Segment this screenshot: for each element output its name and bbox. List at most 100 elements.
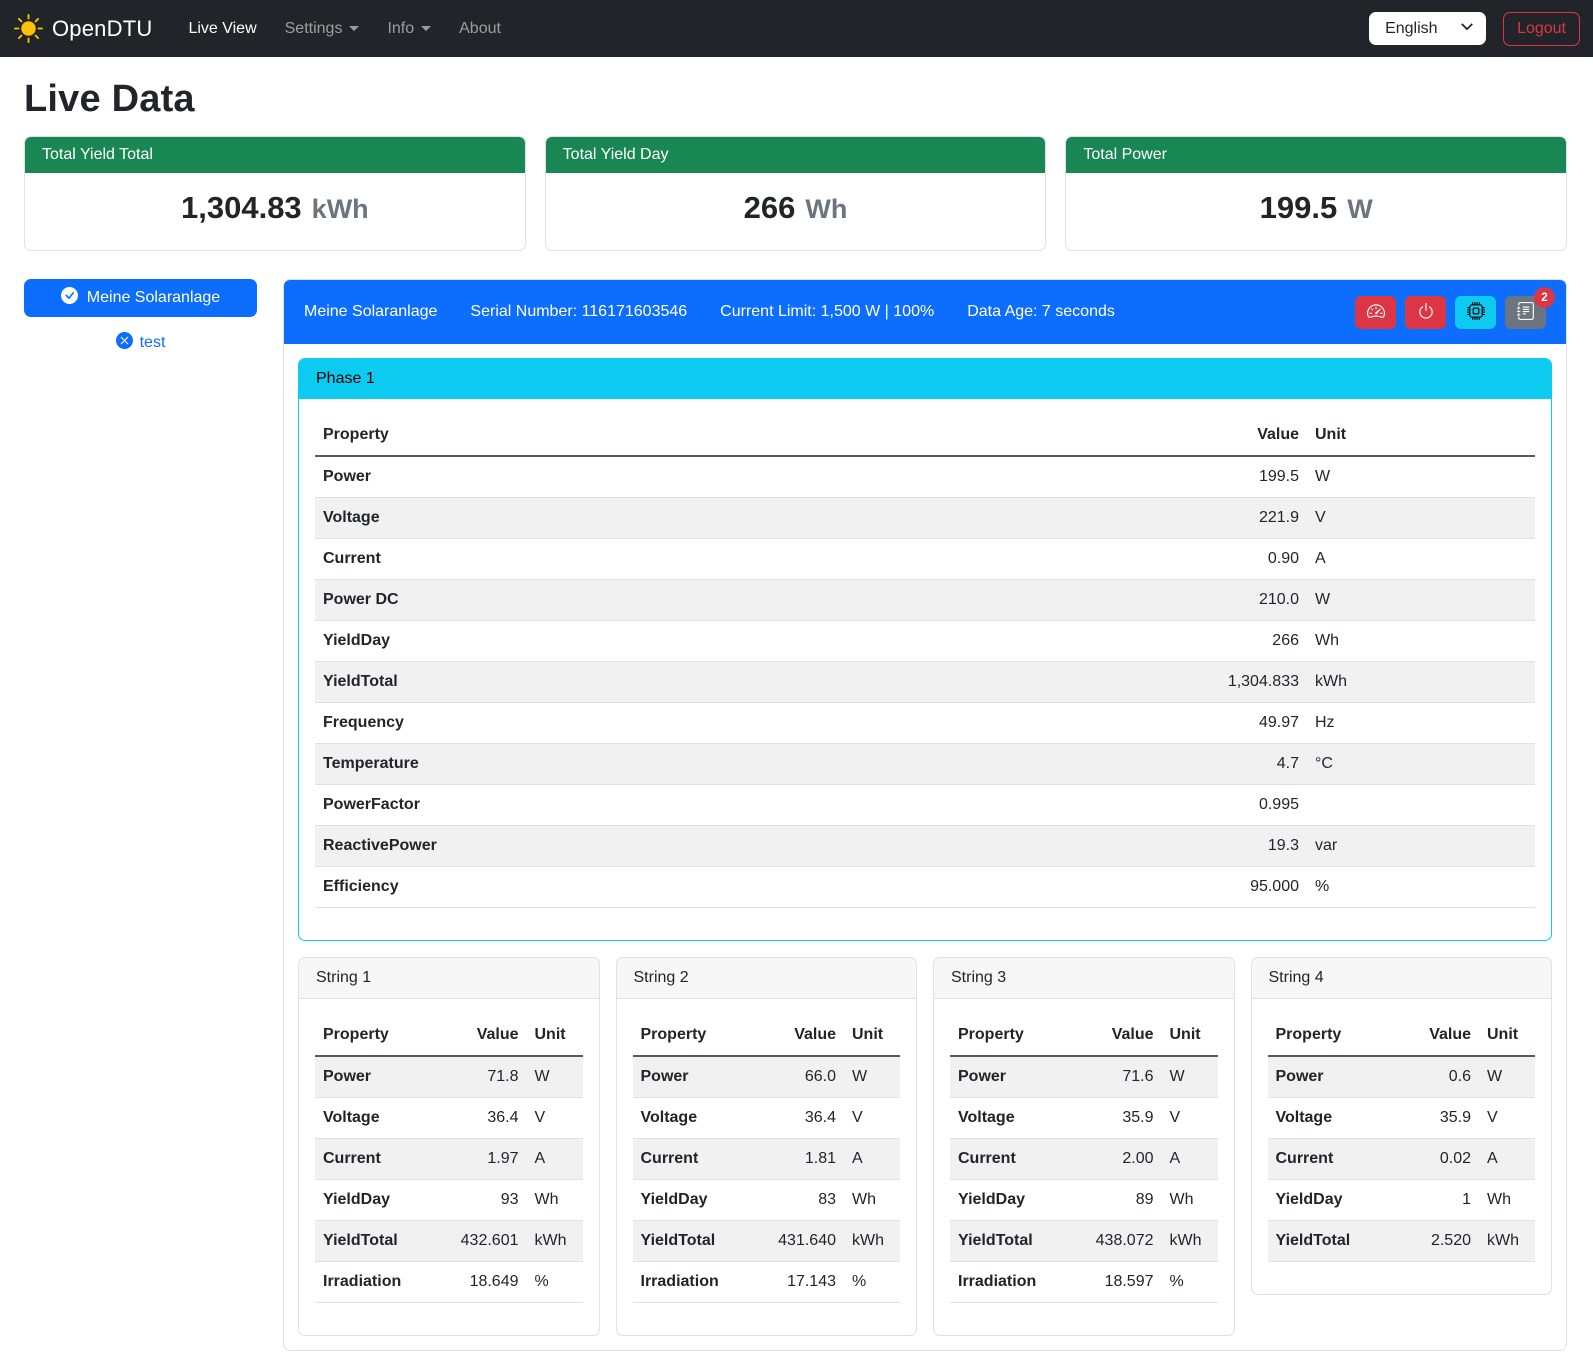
row-unit: A	[844, 1139, 900, 1180]
table-row: YieldTotal 2.520 kWh	[1268, 1221, 1536, 1262]
row-value: 0.02	[1387, 1139, 1479, 1180]
row-value: 36.4	[435, 1098, 527, 1139]
table-row: YieldTotal 432.601 kWh	[315, 1221, 583, 1262]
table-row: Efficiency 95.000 %	[315, 867, 1535, 908]
string-title: String 1	[299, 958, 599, 999]
table-header-row: Property Value Unit	[315, 1015, 583, 1056]
row-property: Voltage	[633, 1098, 753, 1139]
row-unit: Wh	[1479, 1180, 1535, 1221]
row-value: 89	[1070, 1180, 1162, 1221]
device-info-button[interactable]	[1455, 296, 1496, 329]
row-property: Current	[315, 1139, 435, 1180]
col-property: Property	[950, 1015, 1070, 1056]
inverter-sidebar: Meine Solaranlage test	[24, 279, 257, 354]
string-table: Property Value Unit	[633, 1015, 901, 1303]
card-value: 199.5	[1260, 190, 1338, 226]
row-value: 266	[908, 621, 1307, 662]
row-property: YieldTotal	[1268, 1221, 1388, 1262]
string-table: Property Value Unit	[950, 1015, 1218, 1303]
table-row: Voltage 35.9 V	[1268, 1098, 1536, 1139]
table-row: YieldTotal 438.072 kWh	[950, 1221, 1218, 1262]
row-unit: %	[527, 1262, 583, 1303]
row-property: Power	[315, 1056, 435, 1098]
row-unit: var	[1307, 826, 1535, 867]
table-header-row: Property Value Unit	[1268, 1015, 1536, 1056]
row-value: 19.3	[908, 826, 1307, 867]
row-property: YieldDay	[633, 1180, 753, 1221]
string-table: Property Value Unit	[1268, 1015, 1536, 1262]
limit-settings-button[interactable]	[1355, 296, 1396, 329]
row-unit	[1307, 785, 1535, 826]
col-value: Value	[1387, 1015, 1479, 1056]
chevron-down-icon	[349, 26, 359, 31]
row-value: 71.8	[435, 1056, 527, 1098]
summary-card-total-yield-total: Total Yield Total 1,304.83 kWh	[24, 136, 526, 251]
nav-item-about[interactable]: About	[445, 12, 515, 46]
brand[interactable]: OpenDTU	[14, 14, 152, 43]
card-title: Total Yield Total	[25, 137, 525, 173]
page: OpenDTU Live View Settings Info About En…	[0, 0, 1593, 1363]
card-unit: Wh	[805, 194, 847, 225]
table-row: Voltage 36.4 V	[315, 1098, 583, 1139]
row-value: 199.5	[908, 456, 1307, 498]
row-value: 71.6	[1070, 1056, 1162, 1098]
nav-item-settings[interactable]: Settings	[271, 12, 374, 46]
table-row: YieldDay 1 Wh	[1268, 1180, 1536, 1221]
row-unit: Wh	[1162, 1180, 1218, 1221]
summary-card-total-yield-day: Total Yield Day 266 Wh	[545, 136, 1047, 251]
nav-item-info[interactable]: Info	[373, 12, 445, 46]
language-select[interactable]: English	[1369, 12, 1486, 45]
row-value: 1,304.833	[908, 662, 1307, 703]
event-log-button[interactable]: 2	[1505, 296, 1546, 329]
col-unit: Unit	[527, 1015, 583, 1056]
table-row: YieldDay 93 Wh	[315, 1180, 583, 1221]
table-row: ReactivePower 19.3 var	[315, 826, 1535, 867]
string-title: String 3	[934, 958, 1234, 999]
summary-card-total-power: Total Power 199.5 W	[1065, 136, 1567, 251]
row-property: Irradiation	[315, 1262, 435, 1303]
row-property: YieldTotal	[315, 662, 908, 703]
row-unit: W	[844, 1056, 900, 1098]
row-value: 1.81	[752, 1139, 844, 1180]
col-value: Value	[752, 1015, 844, 1056]
brand-title: OpenDTU	[52, 16, 152, 42]
row-property: Power	[315, 456, 908, 498]
row-value: 221.9	[908, 498, 1307, 539]
navbar: OpenDTU Live View Settings Info About En…	[0, 0, 1593, 57]
inverter-select-button[interactable]: Meine Solaranlage	[24, 279, 257, 317]
power-button[interactable]	[1405, 296, 1446, 329]
table-row: YieldTotal 1,304.833 kWh	[315, 662, 1535, 703]
inverter-item-test[interactable]: test	[24, 332, 257, 354]
row-property: Irradiation	[950, 1262, 1070, 1303]
card-title: Total Yield Day	[546, 137, 1046, 173]
table-row: YieldTotal 431.640 kWh	[633, 1221, 901, 1262]
row-unit: Hz	[1307, 703, 1535, 744]
table-row: Power DC 210.0 W	[315, 580, 1535, 621]
table-row: Frequency 49.97 Hz	[315, 703, 1535, 744]
cpu-icon	[1467, 302, 1485, 323]
row-unit: A	[1307, 539, 1535, 580]
col-property: Property	[315, 1015, 435, 1056]
row-value: 210.0	[908, 580, 1307, 621]
table-row: Voltage 36.4 V	[633, 1098, 901, 1139]
row-value: 49.97	[908, 703, 1307, 744]
col-unit: Unit	[1162, 1015, 1218, 1056]
card-unit: kWh	[312, 194, 369, 225]
table-row: Current 1.97 A	[315, 1139, 583, 1180]
inverter-item-label: test	[140, 334, 166, 352]
logout-button[interactable]: Logout	[1503, 12, 1580, 46]
row-unit: %	[844, 1262, 900, 1303]
col-unit: Unit	[1307, 415, 1535, 456]
row-property: YieldDay	[315, 1180, 435, 1221]
inverter-limit: Current Limit: 1,500 W | 100%	[720, 303, 934, 321]
row-property: Current	[315, 539, 908, 580]
string-card-3: String 3 Property Value Unit	[933, 957, 1235, 1336]
summary-row: Total Yield Total 1,304.83 kWh Total Yie…	[24, 136, 1567, 251]
string-title: String 2	[617, 958, 917, 999]
table-row: Irradiation 17.143 %	[633, 1262, 901, 1303]
page-title: Live Data	[24, 78, 1567, 121]
row-unit: W	[1479, 1056, 1535, 1098]
row-property: Power	[950, 1056, 1070, 1098]
nav-item-live-view[interactable]: Live View	[174, 12, 270, 46]
row-property: Efficiency	[315, 867, 908, 908]
